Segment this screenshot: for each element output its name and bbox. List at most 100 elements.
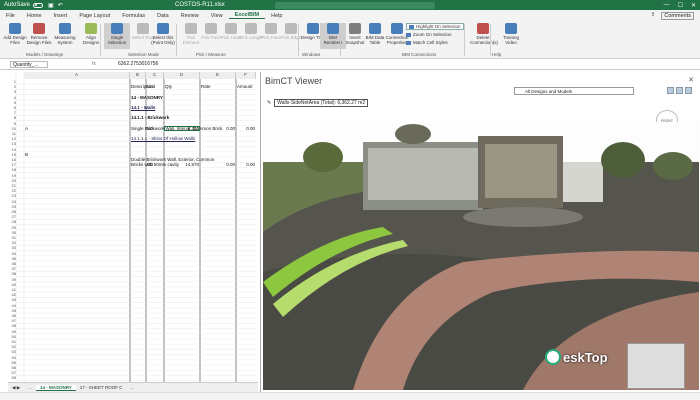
ribbon-button-label: Single Selection: [107, 35, 127, 45]
cell-e2[interactable]: Rate: [201, 84, 211, 89]
name-box[interactable]: Quantity_...: [10, 61, 48, 68]
share-icon[interactable]: ⇪: [651, 12, 656, 20]
cell-f17[interactable]: 0.00: [237, 162, 255, 167]
title-bar: AutoSave ▣ ↶ COSTOS-R11.xlsx — ☐ ✕: [0, 0, 700, 10]
cell-f10[interactable]: 0.00: [237, 126, 255, 131]
ribbon-group-label: Help: [492, 52, 502, 57]
menu-formulas[interactable]: Formulas: [116, 13, 151, 19]
sheet-tabs: ◀ ▶ ... 14 - MASONRY 17 - SHEET ROOF C .…: [8, 382, 258, 392]
option-label: Highlight On Selection: [416, 24, 461, 29]
fx-icon[interactable]: fx: [92, 61, 96, 67]
column-header-a[interactable]: A: [24, 72, 130, 79]
cell-b12[interactable]: 14.1.1.1 - Skins Of Hollow Walls: [131, 136, 195, 141]
cell-b8[interactable]: 14.1.1 - Brickwork: [131, 115, 169, 120]
tab-more-left[interactable]: ...: [24, 385, 36, 390]
menu-help[interactable]: Help: [265, 13, 288, 19]
autosave-toggle[interactable]: [33, 2, 44, 8]
column-header-f[interactable]: F: [236, 72, 256, 79]
column-header-d[interactable]: D: [164, 72, 200, 79]
formula-input[interactable]: 6362.2753016756: [118, 61, 158, 67]
ribbon-option-zoom-on-selection[interactable]: Zoom On Selection: [406, 32, 452, 37]
cell-a15[interactable]: B: [25, 152, 28, 157]
ribbon-button-label: BIM Data Table: [365, 35, 385, 45]
cell-c2[interactable]: Unit: [147, 84, 155, 89]
tab-nav-icon[interactable]: ◀ ▶: [8, 385, 24, 391]
cell-d17[interactable]: 14,570: [165, 162, 199, 167]
cell-c17[interactable]: M2: [147, 162, 153, 167]
settings-icon[interactable]: [685, 87, 692, 94]
ribbon-icon: [85, 23, 97, 34]
view-mode-icon[interactable]: [667, 87, 674, 94]
autosave-label: AutoSave: [4, 2, 31, 8]
ribbon: Add Design Files Remove Design Files Measu…: [0, 21, 700, 59]
menu-view[interactable]: View: [205, 13, 229, 19]
ribbon-icon: [185, 23, 197, 34]
quantity-label: Walls-SideNetArea (Total): 6,362.27 m2: [274, 99, 369, 107]
ribbon-button-add-design-files[interactable]: Add Design Files: [2, 23, 28, 45]
viewer-toolbar: [667, 87, 692, 94]
undo-icon[interactable]: ↶: [58, 2, 63, 9]
watermark-text: eskTop: [563, 349, 608, 365]
cell-b6[interactable]: 14.1 - Walls: [131, 105, 155, 110]
menu-bar: File Home Insert Page Layout Formulas Da…: [0, 10, 700, 21]
ribbon-button-delete-connection-s-[interactable]: Delete Connection(s): [470, 23, 499, 45]
menu-data[interactable]: Data: [151, 13, 175, 19]
models-dropdown[interactable]: All Designs and Models: [514, 87, 634, 95]
maximize-icon[interactable]: ☐: [678, 2, 683, 9]
cell-a10[interactable]: A: [25, 126, 28, 131]
ribbon-button-label: Measuring System: [54, 35, 76, 45]
ribbon-button-remove-design-files[interactable]: Remove Design Files: [26, 23, 52, 45]
menu-file[interactable]: File: [0, 13, 21, 19]
ribbon-button-measuring-system[interactable]: Measuring System: [52, 23, 78, 45]
ribbon-separator: [340, 24, 341, 56]
ribbon-button-label: Training Video: [502, 35, 520, 45]
ribbon-group-label: Selection Mode: [128, 52, 160, 57]
ribbon-group-label: Pick / Measure: [196, 52, 226, 57]
menu-review[interactable]: Review: [175, 13, 205, 19]
ribbon-button-label: Remove Design Files: [26, 35, 52, 45]
search-box[interactable]: [275, 1, 435, 9]
column-header-b[interactable]: B: [130, 72, 146, 79]
close-icon[interactable]: ✕: [691, 2, 696, 9]
comments-button[interactable]: Comments: [661, 11, 694, 20]
column-header-e[interactable]: E: [200, 72, 236, 79]
viewer-title: BimCT Viewer: [265, 76, 323, 86]
ribbon-button-single-selection[interactable]: Single Selection: [104, 23, 130, 49]
cell-f2[interactable]: Amount: [237, 84, 253, 89]
ribbon-group-label: BIM Connections: [402, 52, 437, 57]
cell-e17[interactable]: 0.00: [201, 162, 235, 167]
menu-home[interactable]: Home: [21, 13, 48, 19]
cell-b4[interactable]: 14 - MASONRY: [131, 95, 163, 100]
ribbon-icon: [505, 23, 517, 34]
ribbon-button-select-this-point-only-[interactable]: Select this (Point Only): [150, 23, 176, 45]
ribbon-button-label: Delete Connection(s): [470, 35, 499, 45]
minimize-icon[interactable]: —: [664, 2, 670, 9]
ribbon-option-highlight-on-selection[interactable]: Highlight On Selection: [406, 23, 464, 30]
save-icon[interactable]: ▣: [48, 2, 54, 9]
viewer-close-icon[interactable]: ✕: [688, 76, 694, 84]
formula-bar: Quantity_... fx 6362.2753016756: [0, 59, 700, 70]
ribbon-icon: [391, 23, 403, 34]
layers-icon[interactable]: [676, 87, 683, 94]
ribbon-separator: [490, 24, 491, 56]
row-number[interactable]: 58: [8, 375, 16, 380]
tab-more-right[interactable]: ...: [126, 385, 138, 390]
ribbon-button-training-video[interactable]: Training Video: [498, 23, 524, 45]
menu-page-layout[interactable]: Page Layout: [73, 13, 116, 19]
menu-insert[interactable]: Insert: [48, 13, 74, 19]
cell-c10[interactable]: M2: [147, 126, 153, 131]
tab-masonry[interactable]: 14 - MASONRY: [35, 384, 76, 391]
menu-excelbim[interactable]: ExcelBIM: [228, 12, 266, 19]
ribbon-icon: [225, 23, 237, 34]
quantity-badge: ✎ Walls-SideNetArea (Total): 6,362.27 m2: [267, 99, 369, 107]
watermark-logo-icon: [545, 349, 561, 365]
cell-e10[interactable]: 0.00: [201, 126, 235, 131]
pin-icon: ✎: [267, 100, 272, 106]
ribbon-icon: [369, 23, 381, 34]
spreadsheet[interactable]: A B C D E F 1 2 Description Unit Qty Rate Amount 3 4 14…: [8, 72, 256, 382]
tab-sheet-roof[interactable]: 17 - SHEET ROOF C: [76, 385, 127, 390]
column-header-c[interactable]: C: [146, 72, 164, 79]
ribbon-button-label: Connection Properties: [385, 35, 409, 45]
cell-d2[interactable]: Qty: [165, 84, 172, 89]
ribbon-option-match-cell-styles[interactable]: Match Cell Styles: [406, 40, 448, 45]
